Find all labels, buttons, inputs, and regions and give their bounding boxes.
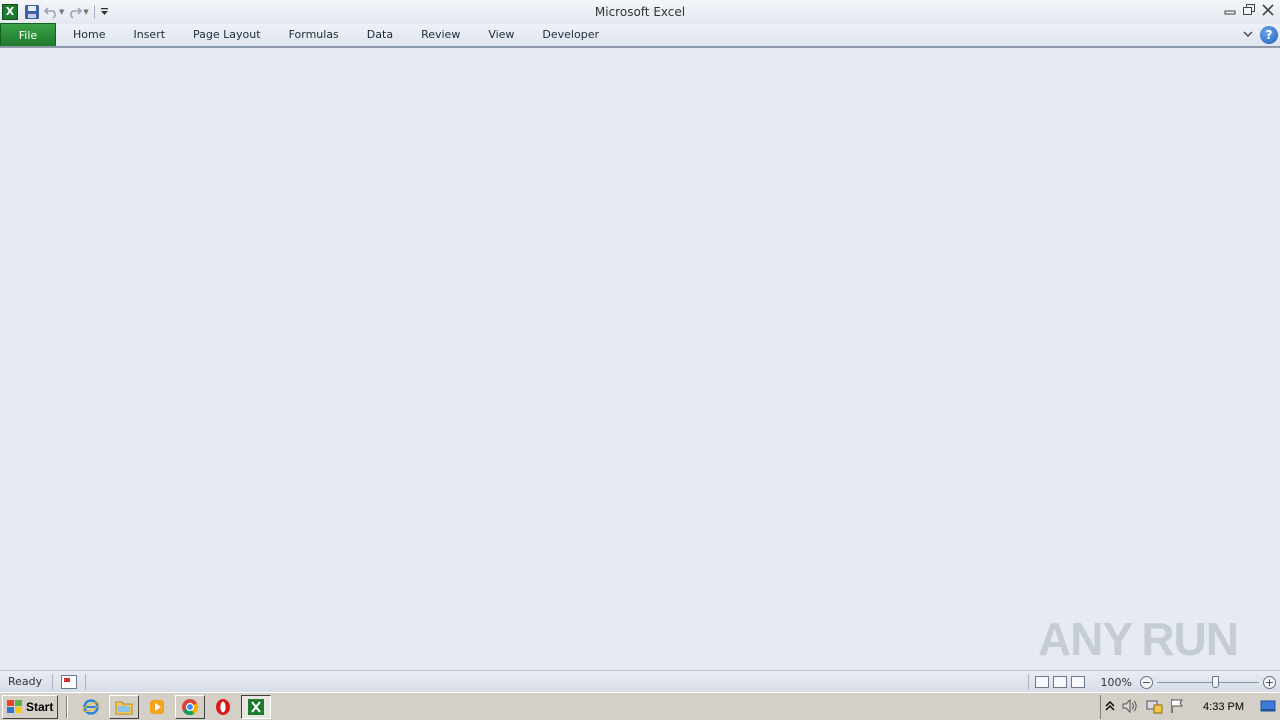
ribbon-right-controls: ? — [1242, 26, 1278, 44]
zoom-level[interactable]: 100% — [1101, 676, 1132, 689]
volume-icon[interactable] — [1121, 698, 1139, 717]
status-ready: Ready — [8, 675, 43, 688]
watermark-text-right: RUN — [1141, 613, 1239, 665]
tab-developer[interactable]: Developer — [528, 23, 613, 46]
customize-qat-icon[interactable] — [100, 2, 109, 22]
tab-insert[interactable]: Insert — [119, 23, 179, 46]
action-center-flag-icon[interactable] — [1169, 698, 1185, 717]
undo-dropdown-icon[interactable]: ▼ — [59, 8, 64, 16]
network-icon[interactable] — [1145, 698, 1163, 717]
system-tray: 4:33 PM — [1100, 695, 1280, 719]
taskbar-clock[interactable]: 4:33 PM — [1203, 701, 1244, 713]
taskbar: Start 4:33 PM — [0, 692, 1280, 720]
redo-icon[interactable]: ▼ — [68, 2, 89, 22]
page-layout-view-icon[interactable] — [1052, 676, 1067, 688]
tab-review[interactable]: Review — [407, 23, 474, 46]
redo-dropdown-icon[interactable]: ▼ — [83, 8, 88, 16]
zoom-slider-thumb[interactable] — [1212, 675, 1219, 688]
page-break-view-icon[interactable] — [1070, 676, 1085, 688]
save-icon[interactable] — [24, 2, 40, 22]
quick-access-toolbar: X ▼ ▼ — [0, 0, 111, 24]
tab-home[interactable]: Home — [56, 23, 119, 46]
qat-separator — [93, 5, 95, 19]
undo-icon[interactable]: ▼ — [44, 2, 64, 22]
status-separator — [52, 673, 53, 690]
minimize-ribbon-icon[interactable] — [1242, 28, 1254, 43]
zoom-slider[interactable] — [1157, 675, 1259, 688]
help-icon[interactable]: ? — [1260, 26, 1278, 44]
file-explorer-icon[interactable] — [109, 694, 140, 719]
status-separator — [1027, 674, 1029, 690]
restore-icon[interactable] — [1241, 2, 1257, 18]
zoom-in-icon[interactable]: + — [1263, 675, 1276, 689]
internet-explorer-icon[interactable] — [76, 695, 106, 719]
start-label: Start — [26, 699, 54, 714]
tab-file[interactable]: File — [0, 23, 56, 46]
ribbon-tab-bar: File Home Insert Page Layout Formulas Da… — [0, 23, 1280, 48]
status-separator — [85, 673, 86, 690]
tab-data[interactable]: Data — [353, 23, 407, 46]
opera-icon[interactable] — [208, 695, 238, 719]
watermark-text-left: ANY — [1038, 613, 1133, 665]
tab-page-layout[interactable]: Page Layout — [179, 23, 275, 46]
window-title: Microsoft Excel — [594, 5, 686, 19]
status-right-controls: 100% − + — [1024, 671, 1280, 693]
show-desktop-icon[interactable] — [1260, 699, 1276, 716]
tab-formulas[interactable]: Formulas — [275, 23, 353, 46]
close-icon[interactable] — [1260, 2, 1276, 18]
taskbar-divider — [66, 695, 69, 718]
anyrun-watermark: ANY RUN — [1038, 608, 1239, 670]
window-controls — [1222, 2, 1276, 18]
show-hidden-icons-icon[interactable] — [1105, 700, 1115, 715]
minimize-icon[interactable] — [1222, 2, 1238, 18]
play-triangle-icon — [1136, 638, 1138, 640]
chrome-icon[interactable] — [175, 694, 206, 719]
excel-app-icon[interactable]: X — [2, 4, 18, 20]
title-bar: X ▼ ▼ Microsoft Excel — [0, 0, 1280, 24]
workbook-area[interactable] — [0, 48, 1280, 670]
start-button[interactable]: Start — [2, 694, 59, 719]
zoom-out-icon[interactable]: − — [1140, 675, 1153, 689]
normal-view-icon[interactable] — [1034, 676, 1049, 688]
status-bar: Ready 100% − + — [0, 670, 1280, 692]
media-player-icon[interactable] — [142, 695, 172, 719]
excel-taskbar-icon[interactable] — [241, 694, 272, 719]
windows-logo-icon — [7, 699, 22, 713]
macro-record-icon[interactable] — [61, 674, 77, 689]
tab-view[interactable]: View — [474, 23, 528, 46]
